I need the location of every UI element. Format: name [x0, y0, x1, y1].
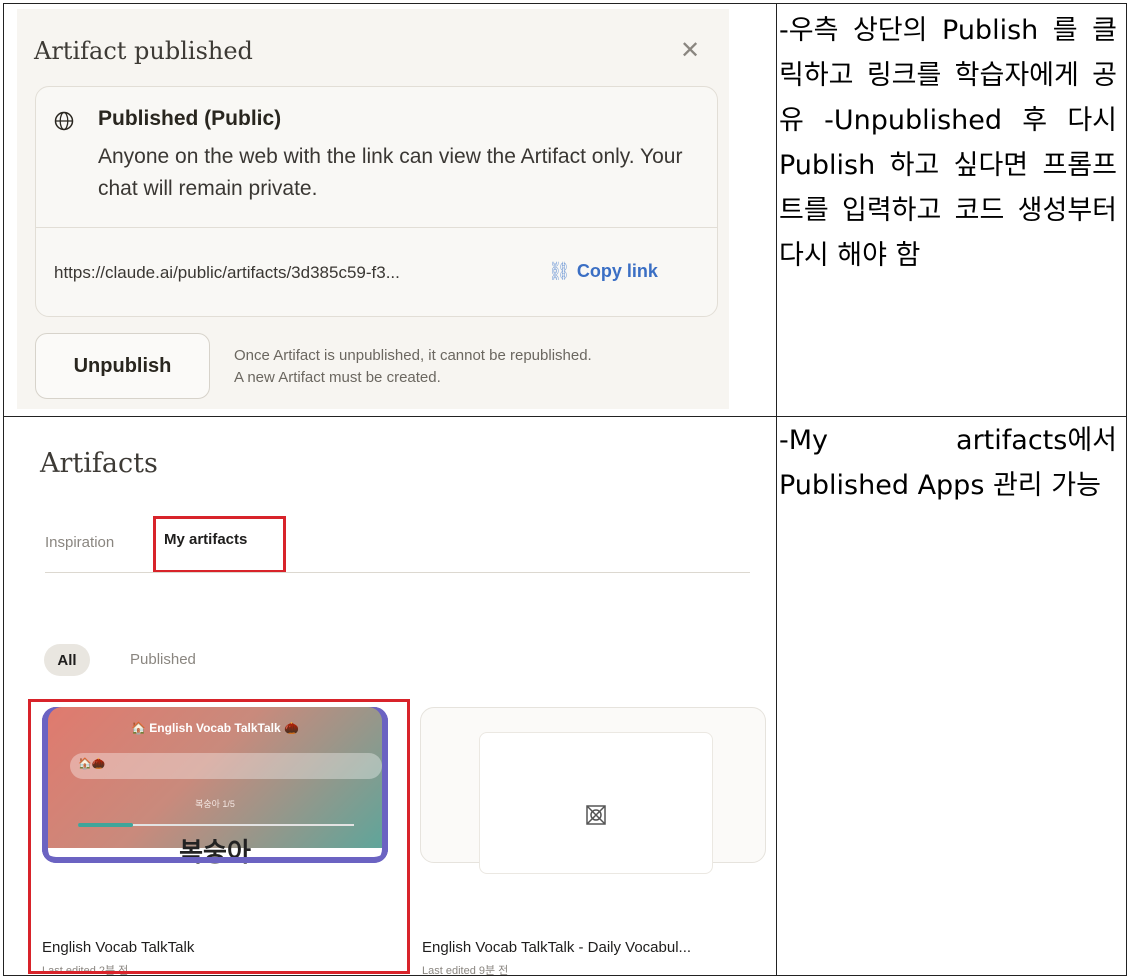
divider	[36, 227, 717, 228]
close-icon[interactable]: ✕	[677, 37, 703, 63]
highlight-box-card	[28, 699, 410, 974]
row-divider	[4, 416, 1126, 417]
unpublish-note: Once Artifact is unpublished, it cannot …	[234, 345, 592, 389]
note-bottom: -My artifacts에서 Published Apps 관리 가능	[779, 425, 1117, 501]
public-url: https://claude.ai/public/artifacts/3d385…	[54, 263, 400, 282]
filter-all[interactable]: All	[44, 644, 90, 676]
copy-link-button[interactable]: ⛓ Copy link	[548, 261, 658, 282]
artifact-card-preview[interactable]	[420, 707, 766, 874]
unpublish-note-line-1: Once Artifact is unpublished, it cannot …	[234, 347, 592, 364]
column-divider	[776, 4, 777, 975]
artifacts-title: Artifacts	[40, 448, 158, 479]
artifact-last-edited: Last edited 9분 전	[422, 965, 509, 977]
link-icon: ⛓	[548, 261, 571, 281]
publish-dialog: Artifact published ✕ Published (Public) …	[17, 9, 729, 409]
tab-underline	[45, 572, 750, 573]
publish-status-description: Anyone on the web with the link can view…	[98, 145, 683, 200]
filter-published[interactable]: Published	[130, 651, 196, 668]
publish-status-title: Published (Public)	[98, 107, 282, 130]
note-top: -우측 상단의 Publish 를 클릭하고 링크를 학습자에게 공유 -Unp…	[779, 15, 1117, 271]
unpublish-note-line-2: A new Artifact must be created.	[234, 369, 441, 386]
artifact-title[interactable]: English Vocab TalkTalk - Daily Vocabul..…	[422, 939, 691, 956]
tab-inspiration[interactable]: Inspiration	[45, 534, 114, 551]
dialog-title: Artifact published	[34, 37, 253, 65]
highlight-box-tab	[153, 516, 286, 573]
artifact-icon	[586, 805, 606, 825]
copy-link-label: Copy link	[576, 261, 658, 281]
unpublish-button[interactable]: Unpublish	[35, 333, 210, 399]
publish-info-card: Published (Public) Anyone on the web wit…	[35, 86, 718, 317]
globe-icon	[54, 111, 74, 131]
